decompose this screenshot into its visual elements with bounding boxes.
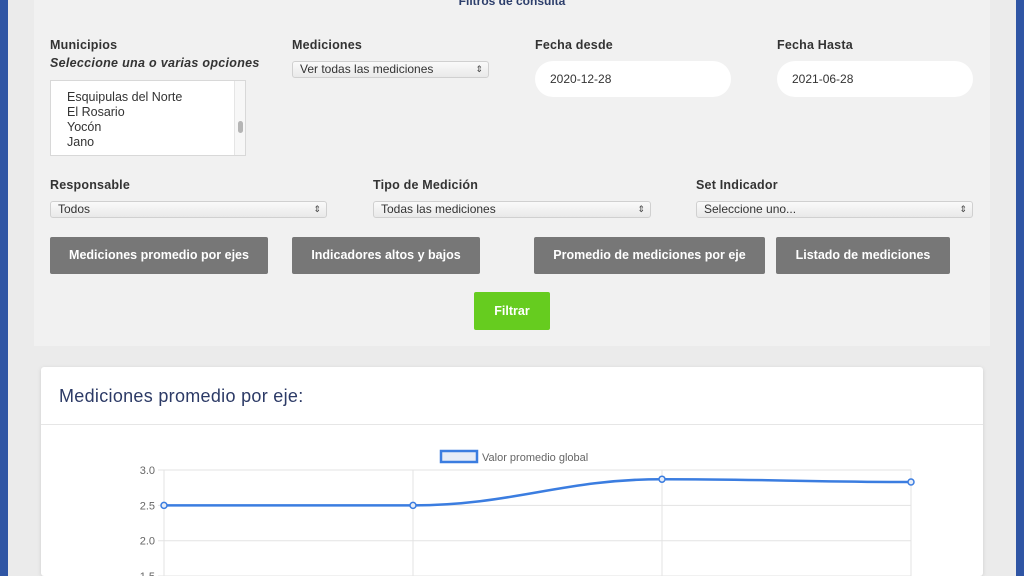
chart-card: Mediciones promedio por eje: 3.0 2.5 2.0 1.… [41, 367, 983, 576]
tipo-medicion-select[interactable]: Todas las mediciones ⇕ [373, 201, 651, 218]
updown-arrow-icon: ⇕ [637, 204, 645, 214]
legend-label: Valor promedio global [482, 452, 588, 464]
municipio-option[interactable]: Yocón [51, 120, 182, 135]
set-indicador-label: Set Indicador [696, 178, 778, 192]
mediciones-select-value: Ver todas las mediciones [300, 62, 434, 76]
listbox-scrollbar[interactable] [234, 81, 245, 155]
municipio-option[interactable]: Esquipulas del Norte [51, 90, 182, 105]
filtrar-button[interactable]: Filtrar [474, 292, 550, 330]
set-indicador-select-value: Seleccione uno... [704, 202, 797, 216]
filters-title: Filtros de consulta [458, 0, 566, 8]
fecha-desde-input[interactable]: 2020-12-28 [535, 61, 731, 97]
data-point [658, 475, 666, 483]
responsable-select-value: Todos [58, 202, 91, 216]
listado-mediciones-button[interactable]: Listado de mediciones [776, 237, 950, 274]
card-header: Mediciones promedio por eje: [41, 367, 983, 425]
data-point [907, 478, 915, 486]
mediciones-select[interactable]: Ver todas las mediciones ⇕ [292, 61, 489, 78]
y-tick-label: 1.5 [140, 571, 155, 576]
responsable-select[interactable]: Todos ⇕ [50, 201, 327, 218]
tipo-medicion-label: Tipo de Medición [373, 178, 479, 192]
municipios-label: Municipios [50, 38, 118, 52]
fecha-desde-label: Fecha desde [535, 38, 613, 52]
set-indicador-select[interactable]: Seleccione uno... ⇕ [696, 201, 973, 218]
fecha-hasta-label: Fecha Hasta [777, 38, 853, 52]
mediciones-label: Mediciones [292, 38, 363, 52]
data-point [409, 501, 417, 510]
data-point [160, 501, 168, 510]
card-title: Mediciones promedio por eje: [59, 386, 304, 406]
municipio-option[interactable]: Jano [51, 135, 182, 150]
municipios-listbox[interactable]: Esquipulas del Norte El Rosario Yocón Ja… [50, 80, 246, 156]
fecha-hasta-input[interactable]: 2021-06-28 [777, 61, 973, 97]
page: Filtros de consulta Municipios Seleccion… [8, 0, 1016, 576]
line-chart: 3.0 2.5 2.0 1.5 Valor promedio global [140, 449, 915, 576]
updown-arrow-icon: ⇕ [313, 204, 321, 214]
promedio-mediciones-eje-button[interactable]: Promedio de mediciones por eje [534, 237, 765, 274]
tipo-medicion-select-value: Todas las mediciones [381, 202, 496, 216]
updown-arrow-icon: ⇕ [959, 204, 967, 214]
y-tick-label: 2.5 [140, 500, 155, 512]
updown-arrow-icon: ⇕ [475, 64, 483, 74]
series-line [163, 477, 912, 507]
mediciones-promedio-ejes-button[interactable]: Mediciones promedio por ejes [50, 237, 268, 274]
filters-panel: Filtros de consulta Municipios Seleccion… [34, 0, 990, 346]
municipios-hint: Seleccione una o varias opciones [50, 56, 260, 70]
legend-swatch [439, 449, 479, 464]
listbox-scroll-thumb[interactable] [238, 121, 243, 133]
y-tick-label: 3.0 [140, 465, 155, 477]
indicadores-altos-bajos-button[interactable]: Indicadores altos y bajos [292, 237, 480, 274]
responsable-label: Responsable [50, 178, 131, 192]
y-tick-label: 2.0 [140, 536, 155, 548]
municipio-option[interactable]: El Rosario [51, 105, 182, 120]
